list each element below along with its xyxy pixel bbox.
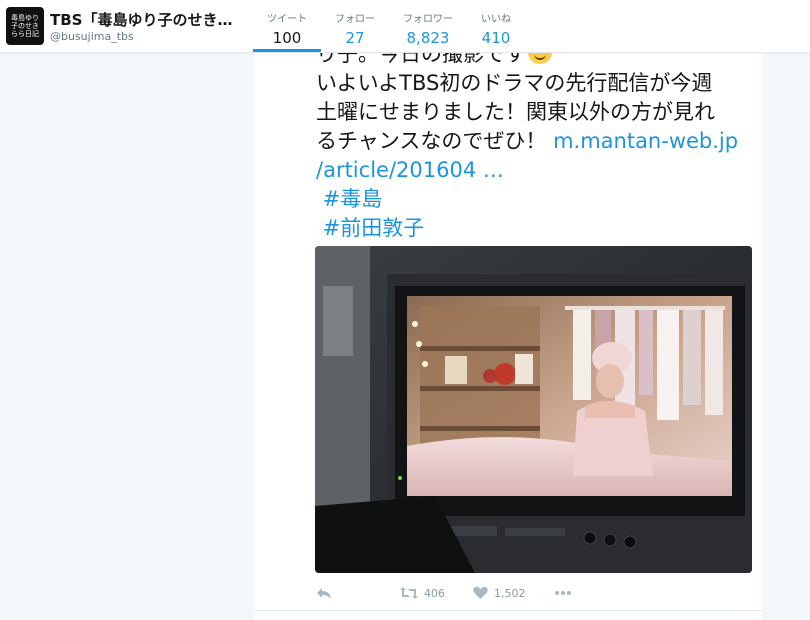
- reply-button[interactable]: [316, 586, 332, 600]
- retweet-icon: [400, 586, 418, 600]
- hashtag-busujima[interactable]: #毒島: [323, 187, 383, 211]
- tweet-actions: 406 1,502: [316, 583, 600, 603]
- page: り子。今日の撮影です いよいよTBS初のドラマの先行配信が今週 土曜にせまりまし…: [0, 0, 810, 620]
- tweet-line-6: #毒島: [316, 185, 762, 214]
- reply-icon: [316, 586, 332, 600]
- tweet-line-4: るチャンスなのでぜひ！ m.mantan-web.jp: [316, 129, 739, 153]
- like-button[interactable]: 1,502: [473, 586, 526, 600]
- tweet-text: り子。今日の撮影です いよいよTBS初のドラマの先行配信が今週 土曜にせまりまし…: [316, 40, 762, 243]
- hashtag-maeda[interactable]: #前田敦子: [323, 216, 425, 240]
- stat-followers[interactable]: フォロワー 8,823: [389, 0, 467, 52]
- tweet-line-7: #前田敦子: [316, 214, 762, 243]
- tweet-line-3: 土曜にせまりました！関東以外の方が見れ: [316, 100, 715, 124]
- stat-tweets[interactable]: ツイート 100: [253, 0, 321, 52]
- like-count: 1,502: [494, 586, 526, 600]
- profile-stats: ツイート 100 フォロー 27 フォロワー 8,823 いいね 410: [253, 0, 525, 52]
- tweet-line-5: /article/201604 …: [316, 156, 762, 185]
- more-icon: [554, 590, 572, 596]
- tweet-photo[interactable]: [315, 246, 752, 573]
- stat-likes[interactable]: いいね 410: [467, 0, 525, 52]
- tweet-divider: [254, 610, 762, 611]
- more-button[interactable]: [554, 590, 572, 596]
- avatar[interactable]: 毒島ゆり子のせきらら日記: [6, 7, 44, 45]
- profile-nav-bar: 毒島ゆり子のせきらら日記 TBS「毒島ゆり子のせきらら日記」 @busujima…: [0, 0, 810, 53]
- profile-name[interactable]: TBS「毒島ゆり子のせきらら日記」: [50, 9, 240, 30]
- tweet-link-path[interactable]: /article/201604 …: [316, 158, 504, 182]
- tweet-line-2: いよいよTBS初のドラマの先行配信が今週: [316, 71, 713, 95]
- retweet-count: 406: [424, 586, 445, 600]
- monitor-photo-image: [315, 246, 752, 573]
- profile-handle[interactable]: @busujima_tbs: [50, 30, 134, 43]
- retweet-button[interactable]: 406: [400, 586, 445, 600]
- tweet-link[interactable]: m.mantan-web.jp: [553, 129, 738, 153]
- heart-icon: [473, 586, 488, 600]
- stat-following[interactable]: フォロー 27: [321, 0, 389, 52]
